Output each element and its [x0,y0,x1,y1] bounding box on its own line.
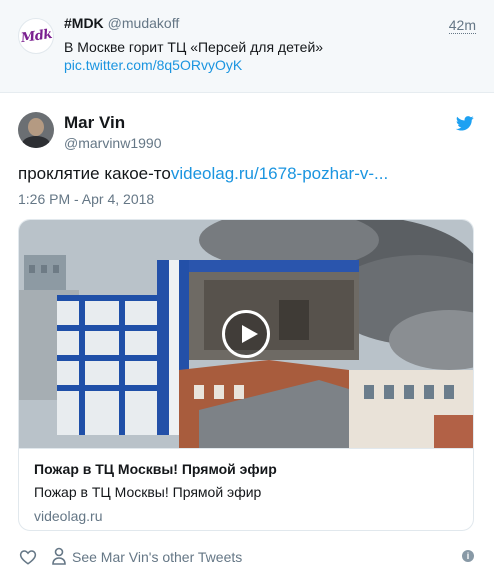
parent-timestamp[interactable]: 42m [448,17,476,34]
link-card[interactable]: Пожар в ТЦ Москвы! Прямой эфир Пожар в Т… [18,219,474,531]
twitter-bird-icon[interactable] [456,116,474,131]
parent-tweet[interactable]: Mdk #MDK @mudakoff 42m В Москве горит ТЦ … [0,0,494,93]
tweet-link[interactable]: videolag.ru/1678-pozhar-v-... [171,164,388,183]
play-icon [242,325,258,343]
card-details[interactable]: Пожар в ТЦ Москвы! Прямой эфир Пожар в Т… [19,448,473,530]
author-name[interactable]: Mar Vin [64,113,125,133]
author-handle[interactable]: @marvinw1990 [64,135,161,151]
tweet-footer: See Mar Vin's other Tweets i [0,540,494,576]
info-icon[interactable]: i [462,550,474,562]
parent-header: #MDK @mudakoff [64,15,179,31]
parent-tweet-text: В Москве горит ТЦ «Персей для детей» [64,39,324,55]
play-button[interactable] [222,310,270,358]
card-title: Пожар в ТЦ Москвы! Прямой эфир [34,461,277,477]
mdk-logo: Mdk [19,26,53,46]
card-domain: videolag.ru [34,508,103,524]
see-other-tweets-link[interactable]: See Mar Vin's other Tweets [72,549,242,565]
author-avatar[interactable] [18,112,54,148]
tweet-timestamp[interactable]: 1:26 PM - Apr 4, 2018 [18,191,154,207]
parent-avatar[interactable]: Mdk [18,18,54,54]
parent-author-handle[interactable]: @mudakoff [108,15,180,31]
tweet-body: проклятие какое-то [18,164,171,183]
person-icon [52,547,66,565]
card-description: Пожар в ТЦ Москвы! Прямой эфир [34,484,262,500]
parent-author-name[interactable]: #MDK [64,15,104,31]
tweet-text: проклятие какое-тоvideolag.ru/1678-pozha… [18,163,388,185]
heart-icon[interactable] [19,548,37,566]
parent-tweet-link[interactable]: pic.twitter.com/8q5ORvyOyK [64,57,242,73]
